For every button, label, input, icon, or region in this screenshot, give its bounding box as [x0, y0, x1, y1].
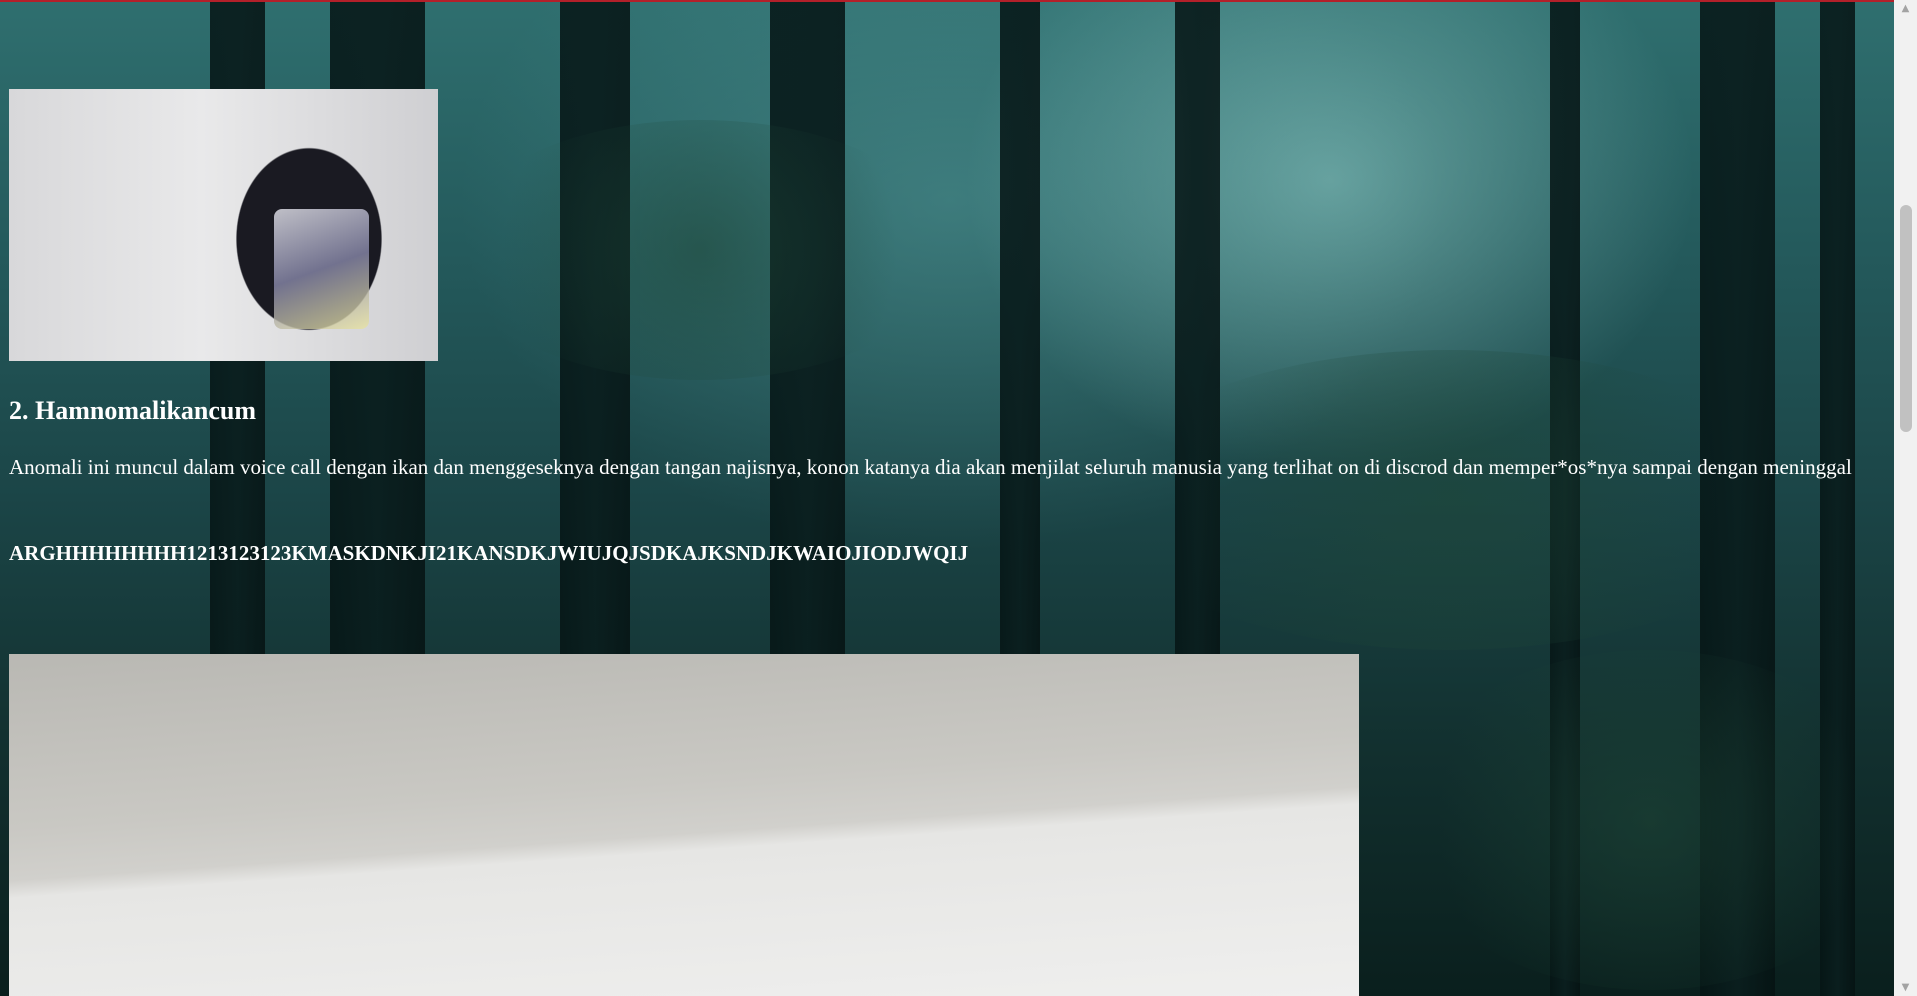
article-image-top	[9, 89, 438, 361]
foliage	[450, 120, 950, 380]
top-border	[0, 0, 1894, 2]
foliage	[1400, 650, 1894, 990]
article-image-bottom	[9, 654, 1359, 996]
shirt-print	[274, 209, 369, 329]
section-description: Anomali ini muncul dalam voice call deng…	[9, 455, 1852, 479]
bold-shout-text: ARGHHHHHHHH1213123123KMASKDNKJI21KANSDKJ…	[9, 541, 969, 565]
vertical-scrollbar[interactable]: ▲ ▼	[1894, 0, 1917, 996]
scroll-up-icon[interactable]: ▲	[1894, 0, 1917, 17]
scroll-down-icon[interactable]: ▼	[1894, 979, 1917, 996]
foliage	[1100, 350, 1800, 650]
scrollbar-thumb[interactable]	[1900, 205, 1912, 432]
section-heading: 2. Hamnomalikancum	[9, 396, 257, 425]
